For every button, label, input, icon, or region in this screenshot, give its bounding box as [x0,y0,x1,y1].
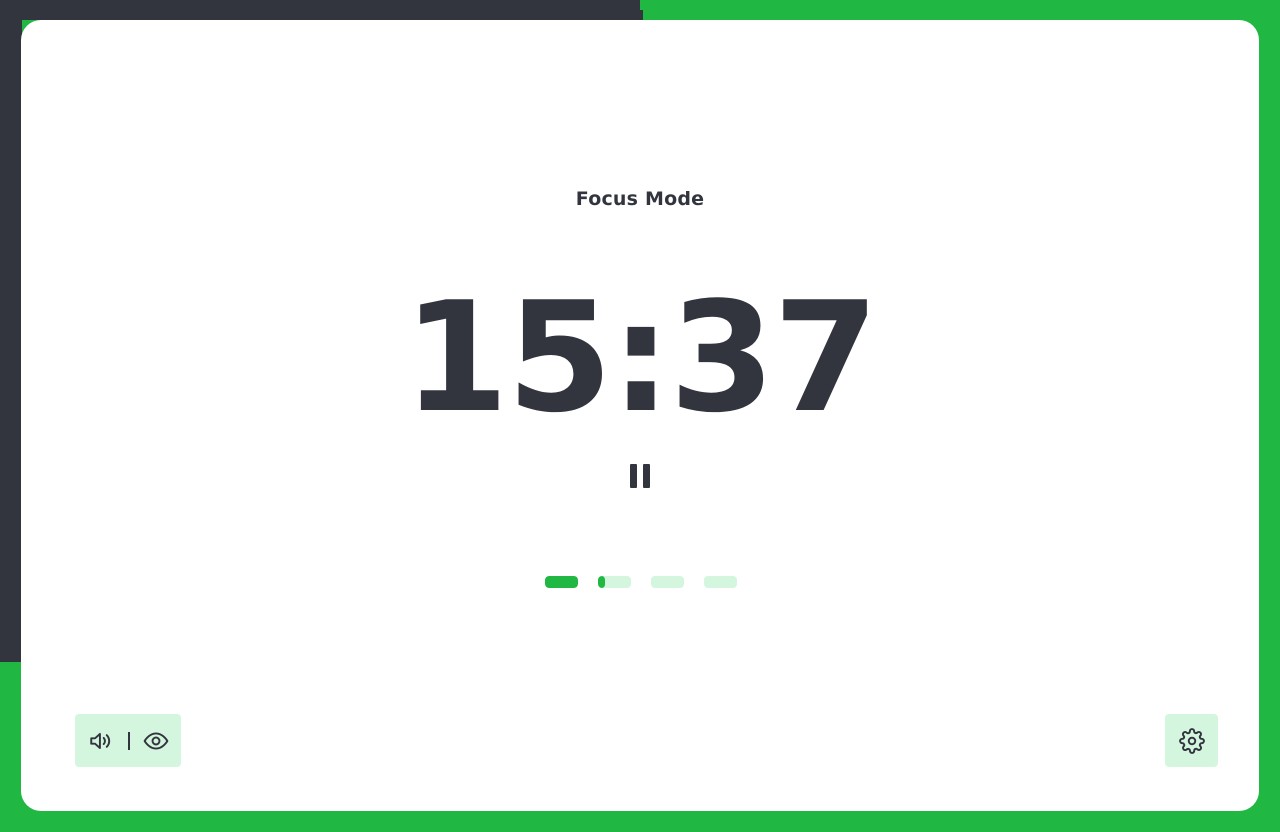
sound-toggle-button[interactable] [75,714,127,767]
session-indicator [598,576,631,588]
gear-icon [1178,727,1205,754]
timer-display: 15:37 [403,269,879,446]
frame-remaining-left [0,662,22,832]
timer-card: Focus Mode 15:37 [21,20,1259,811]
session-progress [545,576,737,588]
frame-remaining-right [1258,0,1280,832]
toggle-divider [128,731,130,750]
settings-button[interactable] [1165,714,1218,767]
pause-icon [627,464,653,488]
speaker-icon [88,728,114,754]
frame-elapsed-left [0,0,22,662]
session-indicator [545,576,578,588]
session-indicator [704,576,737,588]
sound-visibility-toggles [75,714,181,767]
visibility-toggle-button[interactable] [131,714,181,767]
pause-button[interactable] [619,456,661,496]
eye-icon [143,728,169,754]
mode-title: Focus Mode [575,188,705,210]
frame-elapsed-top [0,0,640,20]
frame-remaining-top [640,0,1280,20]
session-indicator [651,576,684,588]
frame-remaining-bottom [0,810,1280,832]
